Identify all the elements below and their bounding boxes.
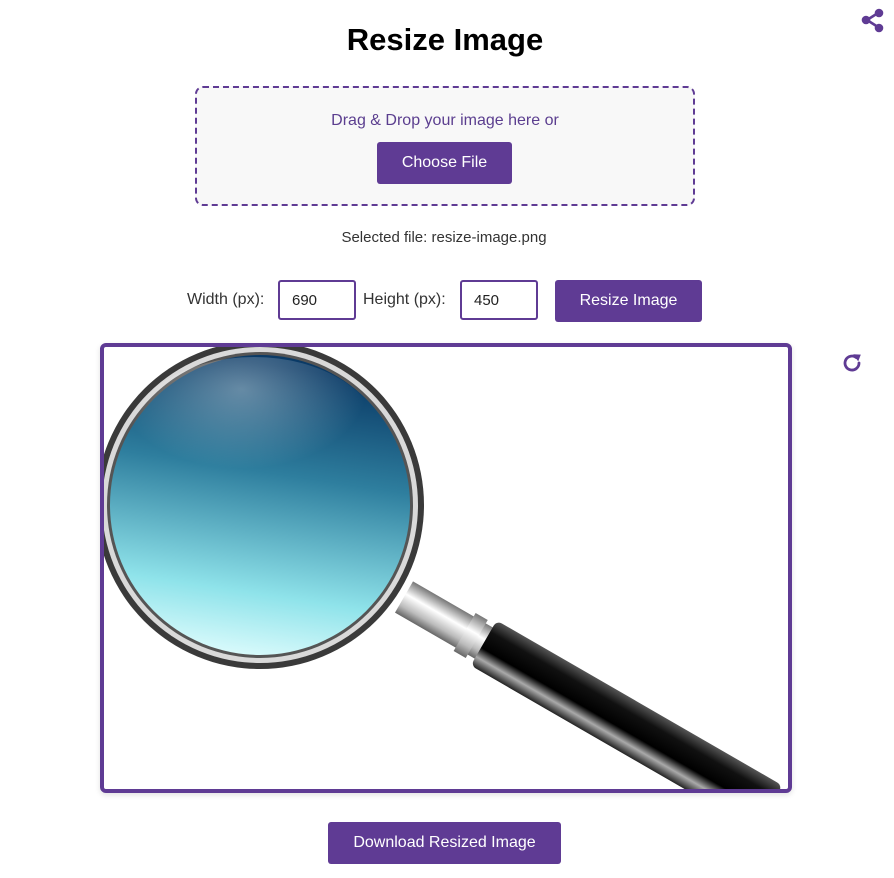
dropzone-text: Drag & Drop your image here or xyxy=(331,112,559,129)
selected-file-text: Selected file: resize-image.png xyxy=(0,229,888,246)
selected-file-name: resize-image.png xyxy=(431,229,547,246)
refresh-icon[interactable] xyxy=(840,351,864,375)
height-input[interactable] xyxy=(460,280,538,320)
magnifying-glass-image xyxy=(104,347,781,789)
height-label: Height (px): xyxy=(363,291,446,308)
resize-image-button[interactable]: Resize Image xyxy=(555,280,702,322)
image-preview xyxy=(100,343,792,793)
page-title: Resize Image xyxy=(346,22,544,57)
download-button[interactable]: Download Resized Image xyxy=(328,822,561,864)
resize-image-page: Resize Image Drag & Drop your image here… xyxy=(0,0,894,878)
selected-file-prefix: Selected file: xyxy=(341,229,428,246)
choose-file-button[interactable]: Choose File xyxy=(377,142,512,184)
width-input[interactable] xyxy=(278,280,356,320)
width-label: Width (px): xyxy=(187,291,265,308)
image-dropzone[interactable]: Drag & Drop your image here or Choose Fi… xyxy=(195,86,695,206)
